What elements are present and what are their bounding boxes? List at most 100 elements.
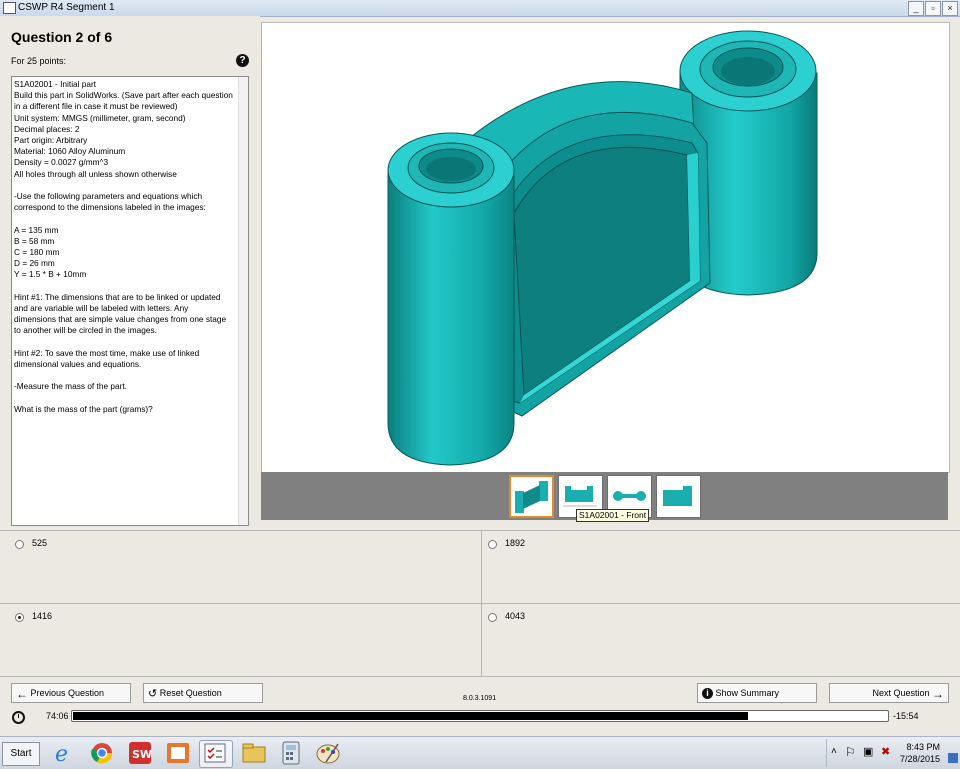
question-text-line: Hint #1: The dimensions that are to be l… (14, 291, 221, 302)
answer-label-1: 525 (32, 538, 48, 548)
calculator-icon[interactable] (275, 740, 307, 766)
answer-option-4[interactable]: 4043 (473, 604, 960, 676)
close-button[interactable]: × (942, 1, 958, 16)
thumbnail-side[interactable] (656, 475, 701, 518)
question-text-line: What is the mass of the part (grams)? (14, 403, 153, 414)
window-title: CSWP R4 Segment 1 (18, 2, 115, 13)
previous-question-button[interactable]: ← Previous Question (11, 683, 131, 703)
clock-time: 8:43 PM (906, 742, 940, 752)
answer-radio-4[interactable] (488, 613, 497, 622)
next-question-button[interactable]: Next Question → (829, 683, 949, 703)
svg-text:e: e (55, 742, 68, 766)
windows-taskbar: Start e SW ˄ ⚐ ▣ ✖ 8:43 PM 7/28/2015 (0, 736, 960, 769)
app-icon (3, 2, 16, 14)
question-text-line: dimensions that are simple value changes… (14, 314, 227, 325)
start-button[interactable]: Start (2, 742, 40, 766)
explorer-icon[interactable] (238, 740, 270, 766)
question-heading: Question 2 of 6 (11, 29, 113, 45)
question-text-line: A = 135 mm (14, 224, 59, 235)
question-circle-icon[interactable]: ? (236, 54, 249, 67)
time-progress-fill (73, 712, 748, 720)
reset-question-label: Reset Question (159, 688, 222, 698)
question-text-line: Y = 1.5 * B + 10mm (14, 269, 87, 280)
next-question-label: Next Question (872, 688, 930, 698)
question-text-line (14, 393, 246, 404)
model-viewer[interactable] (261, 22, 950, 473)
question-pane: Question 2 of 6 For 25 points: ? S1A0200… (0, 16, 260, 526)
arrow-left-icon: ← (16, 686, 28, 701)
thumbnail-tooltip: S1A02001 - Front (576, 509, 650, 522)
show-hidden-icons-icon[interactable]: ˄ (831, 746, 837, 757)
timer-bar: 74:06 -15:54 (0, 706, 960, 726)
show-desktop-button[interactable] (948, 753, 958, 763)
thumbnail-iso[interactable] (509, 475, 554, 518)
svg-text:SW: SW (132, 748, 152, 761)
show-summary-label: Show Summary (715, 688, 780, 698)
question-text-line: Hint #2: To save the most time, make use… (14, 347, 200, 358)
previous-question-label: Previous Question (30, 688, 105, 698)
arrow-right-icon: → (932, 686, 944, 701)
answer-label-4: 4043 (505, 611, 526, 621)
window-controls: _ ▫ × (908, 1, 958, 16)
iso-thumbnail-icon (515, 481, 548, 513)
minimize-button[interactable]: _ (908, 1, 924, 16)
question-text-line: Unit system: MMGS (millimeter, gram, sec… (14, 112, 186, 123)
answer-label-2: 1892 (505, 538, 526, 548)
question-text-line: Decimal places: 2 (14, 123, 80, 134)
solidworks-icon[interactable]: SW (124, 740, 156, 766)
edrawings-icon[interactable] (162, 740, 194, 766)
reset-icon: ↺ (148, 687, 158, 700)
info-icon: i (702, 688, 713, 700)
answer-radio-1[interactable] (15, 540, 24, 549)
action-center-flag-icon[interactable]: ⚐ (845, 745, 856, 759)
question-text-line: Density = 0.0027 g/mm^3 (14, 157, 109, 168)
restore-button[interactable]: ▫ (925, 1, 941, 16)
side-thumbnail-icon (663, 486, 692, 506)
question-text-line: -Use the following parameters and equati… (14, 191, 203, 202)
answer-radio-2[interactable] (488, 540, 497, 549)
answer-radio-3[interactable] (15, 613, 24, 622)
answer-label-3: 1416 (32, 611, 53, 621)
question-text-line: correspond to the dimensions labeled in … (14, 202, 206, 213)
question-text-line: S1A02001 - Initial part (14, 79, 97, 89)
paint-icon[interactable] (312, 740, 344, 766)
taskbar-clock[interactable]: 8:43 PM 7/28/2015 (898, 741, 940, 765)
remaining-time: -15:54 (893, 711, 919, 721)
ie-icon[interactable]: e (48, 740, 80, 767)
elapsed-time: 74:06 (46, 711, 69, 721)
answer-option-2[interactable]: 1892 (473, 531, 960, 603)
time-progress-bar (71, 710, 889, 722)
question-text-line: Build this part in SolidWorks. (Save par… (14, 90, 233, 101)
question-text-line: C = 180 mm (14, 247, 60, 258)
window-titlebar: CSWP R4 Segment 1 _ ▫ × (0, 0, 960, 17)
show-summary-button[interactable]: i Show Summary (697, 683, 817, 703)
tester-icon[interactable] (199, 740, 233, 768)
question-text-line: Part origin: Arbitrary (14, 135, 88, 146)
question-text-line: B = 58 mm (14, 235, 55, 246)
question-text-line: in a different file in case it must be r… (14, 101, 178, 112)
question-text-line (14, 337, 246, 348)
answer-option-3[interactable]: 1416 (0, 604, 481, 676)
network-icon[interactable]: ▣ (863, 745, 873, 758)
clock-date: 7/28/2015 (899, 754, 940, 764)
question-text-line: All holes through all unless shown other… (14, 168, 177, 179)
question-scrollbar[interactable] (238, 77, 248, 525)
answer-option-1[interactable]: 525 (0, 531, 481, 603)
reset-question-button[interactable]: ↺ Reset Question (143, 683, 263, 703)
clock-icon (12, 711, 25, 724)
part-model-image (387, 30, 818, 466)
question-text-box[interactable]: S1A02001 - Initial part Build this part i… (11, 76, 249, 526)
version-label: 8.0.3.1091 (463, 695, 497, 702)
question-text-line: Material: 1060 Alloy Aluminum (14, 146, 126, 157)
question-text-line: -Measure the mass of the part. (14, 381, 127, 392)
answer-divider-bottom (0, 676, 960, 677)
chrome-icon[interactable] (86, 740, 118, 766)
start-label: Start (10, 748, 32, 759)
question-text-line (14, 180, 246, 191)
volume-muted-icon[interactable]: ✖ (881, 745, 890, 758)
question-text-line: to another will be circled in the images… (14, 325, 157, 336)
question-text-line: dimensional values and equations. (14, 359, 142, 370)
question-text-line (14, 281, 246, 292)
question-text-line (14, 213, 246, 224)
question-text-line: D = 26 mm (14, 258, 55, 269)
